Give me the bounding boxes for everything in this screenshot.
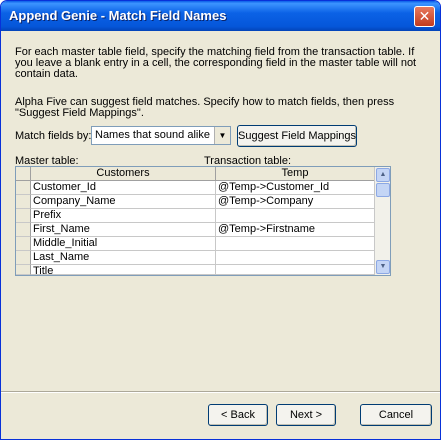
chevron-down-icon[interactable]: ▼ <box>214 127 230 144</box>
close-icon[interactable]: ✕ <box>414 6 435 27</box>
window-title: Append Genie - Match Field Names <box>9 8 227 23</box>
back-button[interactable]: < Back <box>208 404 268 426</box>
transaction-field-cell[interactable] <box>216 265 375 275</box>
column-header-customers[interactable]: Customers <box>31 167 216 181</box>
master-field-cell[interactable]: Prefix <box>31 209 216 223</box>
master-field-cell[interactable]: Last_Name <box>31 251 216 265</box>
match-fields-select[interactable]: Names that sound alike ▼ <box>91 126 231 145</box>
transaction-field-cell[interactable] <box>216 209 375 223</box>
transaction-field-cell[interactable]: @Temp->Company <box>216 195 375 209</box>
master-field-cell[interactable]: Title <box>31 265 216 275</box>
append-genie-dialog: Append Genie - Match Field Names ✕ For e… <box>0 0 441 440</box>
transaction-field-cell[interactable]: @Temp->Firstname <box>216 223 375 237</box>
row-selector[interactable] <box>16 237 31 251</box>
transaction-field-cell[interactable] <box>216 237 375 251</box>
row-header-corner <box>16 167 31 181</box>
match-fields-label: Match fields by: <box>15 130 92 142</box>
match-fields-value: Names that sound alike <box>95 129 210 141</box>
scroll-down-icon[interactable]: ▼ <box>376 260 390 274</box>
scroll-up-icon[interactable]: ▲ <box>376 168 390 182</box>
vertical-scrollbar[interactable]: ▲ ▼ <box>374 167 390 275</box>
row-selector[interactable] <box>16 181 31 195</box>
column-header-temp[interactable]: Temp <box>216 167 375 181</box>
row-selector[interactable] <box>16 209 31 223</box>
scroll-thumb[interactable] <box>376 183 390 197</box>
suggest-field-mappings-button[interactable]: Suggest Field Mappings <box>237 125 357 147</box>
intro-text: For each master table field, specify the… <box>15 46 417 80</box>
master-field-cell[interactable]: Customer_Id <box>31 181 216 195</box>
divider <box>1 391 440 393</box>
field-mapping-grid: Customers Temp Customer_Id @Temp->Custom… <box>15 166 391 276</box>
row-selector[interactable] <box>16 223 31 237</box>
transaction-field-cell[interactable] <box>216 251 375 265</box>
master-field-cell[interactable]: Middle_Initial <box>31 237 216 251</box>
master-field-cell[interactable]: First_Name <box>31 223 216 237</box>
next-button[interactable]: Next > <box>276 404 336 426</box>
transaction-field-cell[interactable]: @Temp->Customer_Id <box>216 181 375 195</box>
master-field-cell[interactable]: Company_Name <box>31 195 216 209</box>
title-bar[interactable]: Append Genie - Match Field Names ✕ <box>1 1 440 31</box>
row-selector[interactable] <box>16 195 31 209</box>
cancel-button[interactable]: Cancel <box>360 404 432 426</box>
row-selector[interactable] <box>16 265 31 275</box>
hint-text: Alpha Five can suggest field matches. Sp… <box>15 96 395 119</box>
row-selector[interactable] <box>16 251 31 265</box>
